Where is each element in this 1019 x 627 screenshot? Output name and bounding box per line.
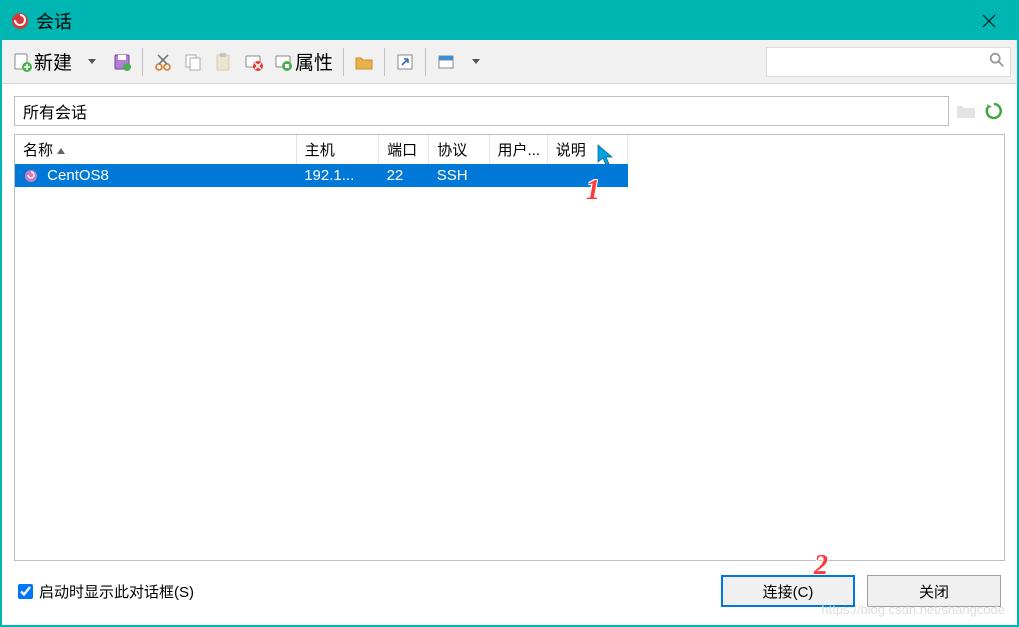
properties-button[interactable]: 属性 bbox=[269, 45, 337, 79]
refresh-icon[interactable] bbox=[983, 100, 1005, 122]
new-dropdown[interactable] bbox=[78, 45, 106, 79]
shortcut-button[interactable] bbox=[391, 45, 419, 79]
toolbar: 新建 属性 bbox=[2, 40, 1017, 84]
cell-user bbox=[489, 164, 547, 187]
folder-button[interactable] bbox=[350, 45, 378, 79]
col-protocol[interactable]: 协议 bbox=[429, 135, 489, 164]
table-row[interactable]: CentOS8 192.1... 22 SSH bbox=[15, 164, 628, 187]
cell-host: 192.1... bbox=[296, 164, 378, 187]
window-title: 会话 bbox=[36, 8, 969, 34]
content-area: 名称 主机 端口 协议 用户... 说明 CentO bbox=[2, 84, 1017, 625]
col-desc[interactable]: 说明 bbox=[547, 135, 627, 164]
col-user[interactable]: 用户... bbox=[489, 135, 547, 164]
sort-asc-icon bbox=[57, 148, 65, 154]
chevron-down-icon bbox=[472, 59, 480, 64]
browse-folder-icon[interactable] bbox=[955, 100, 977, 122]
col-port[interactable]: 端口 bbox=[379, 135, 429, 164]
separator bbox=[384, 48, 385, 76]
separator bbox=[142, 48, 143, 76]
cut-button[interactable] bbox=[149, 45, 177, 79]
chevron-down-icon bbox=[88, 59, 96, 64]
col-name[interactable]: 名称 bbox=[15, 135, 296, 164]
path-input[interactable] bbox=[14, 96, 949, 126]
sessions-table: 名称 主机 端口 协议 用户... 说明 CentO bbox=[15, 135, 628, 187]
col-host[interactable]: 主机 bbox=[296, 135, 378, 164]
show-at-startup-checkbox[interactable]: 启动时显示此对话框(S) bbox=[18, 581, 194, 602]
show-at-startup-input[interactable] bbox=[18, 584, 33, 599]
properties-label: 属性 bbox=[295, 48, 333, 75]
cell-desc bbox=[547, 164, 627, 187]
app-icon bbox=[10, 11, 30, 31]
path-row bbox=[14, 96, 1005, 126]
new-button[interactable]: 新建 bbox=[8, 45, 76, 79]
separator bbox=[425, 48, 426, 76]
close-window-button[interactable] bbox=[969, 2, 1009, 40]
table-header-row: 名称 主机 端口 协议 用户... 说明 bbox=[15, 135, 628, 164]
sessions-table-wrap: 名称 主机 端口 协议 用户... 说明 CentO bbox=[14, 134, 1005, 561]
cell-protocol: SSH bbox=[429, 164, 489, 187]
close-button[interactable]: 关闭 bbox=[867, 575, 1001, 607]
paste-button[interactable] bbox=[209, 45, 237, 79]
cell-name: CentOS8 bbox=[47, 167, 109, 184]
delete-button[interactable] bbox=[239, 45, 267, 79]
session-icon bbox=[23, 168, 39, 184]
cell-port: 22 bbox=[379, 164, 429, 187]
show-at-startup-label: 启动时显示此对话框(S) bbox=[39, 581, 194, 602]
session-dialog: 会话 新建 属性 bbox=[0, 0, 1019, 627]
titlebar: 会话 bbox=[2, 2, 1017, 40]
connect-button[interactable]: 连接(C) bbox=[721, 575, 855, 607]
copy-button[interactable] bbox=[179, 45, 207, 79]
view-dropdown[interactable] bbox=[462, 45, 490, 79]
dialog-footer: 启动时显示此对话框(S) 连接(C) 关闭 bbox=[14, 569, 1005, 613]
search-input[interactable] bbox=[771, 54, 988, 70]
search-box[interactable] bbox=[766, 47, 1011, 77]
view-button[interactable] bbox=[432, 45, 460, 79]
separator bbox=[343, 48, 344, 76]
save-button[interactable] bbox=[108, 45, 136, 79]
search-icon[interactable] bbox=[988, 51, 1006, 72]
new-label: 新建 bbox=[34, 48, 72, 75]
